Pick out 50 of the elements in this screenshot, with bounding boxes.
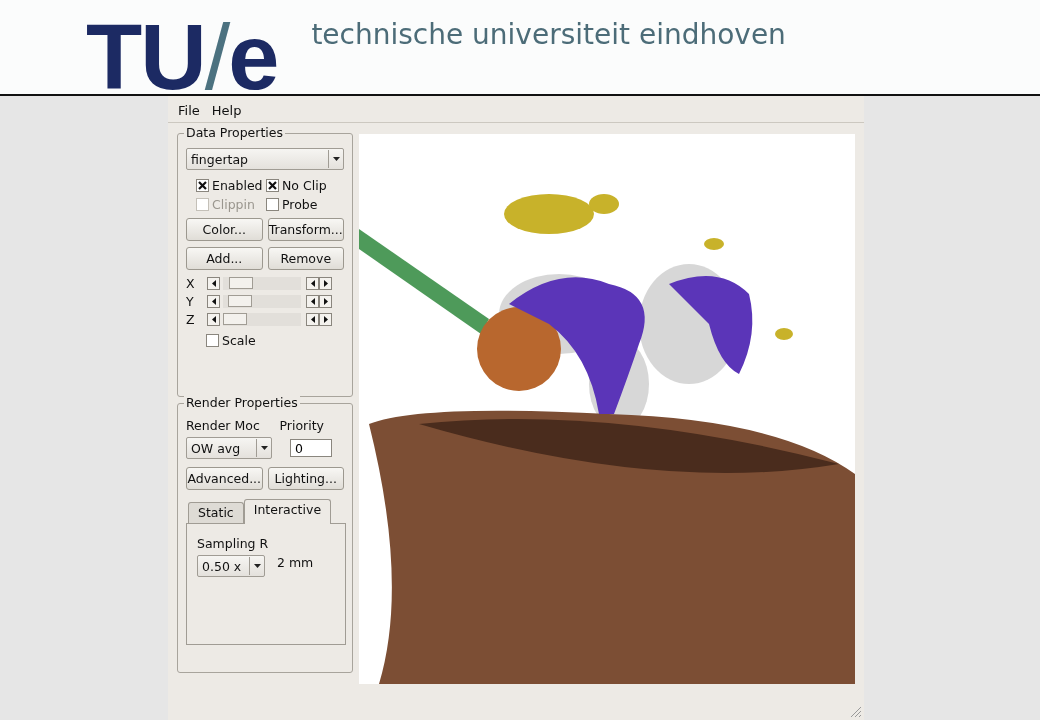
- button[interactable]: Color...: [186, 218, 263, 241]
- field-label: Render Moc: [186, 418, 260, 433]
- axis-label: Y: [186, 294, 195, 309]
- slider-thumb[interactable]: [229, 277, 254, 289]
- dropdown[interactable]: fingertap: [186, 148, 344, 170]
- tab[interactable]: Interactive: [243, 499, 332, 524]
- button[interactable]: Advanced...: [186, 467, 263, 490]
- slider-track[interactable]: [223, 295, 301, 308]
- checkbox[interactable]: Scale: [206, 333, 344, 348]
- axis-label: Z: [186, 312, 196, 327]
- field-label: Sampling R: [197, 536, 270, 551]
- resize-grip-icon: [850, 706, 862, 718]
- group-title: Data Properties: [184, 125, 285, 140]
- check-mark-icon: [198, 181, 207, 190]
- scroll-left-button[interactable]: [207, 295, 220, 308]
- scroll-right-button[interactable]: [319, 277, 332, 290]
- checkbox[interactable]: Probe: [266, 197, 342, 212]
- dropdown[interactable]: OW avg: [186, 437, 272, 459]
- field-label: Priority: [279, 418, 324, 433]
- scroll-left-button[interactable]: [306, 295, 319, 308]
- dropdown[interactable]: 0.50 x: [197, 555, 265, 577]
- priority-field[interactable]: 0: [290, 439, 332, 457]
- scroll-left-button[interactable]: [306, 313, 319, 326]
- slider-thumb[interactable]: [223, 313, 247, 325]
- button[interactable]: Remove: [267, 247, 344, 270]
- scroll-left-button[interactable]: [207, 313, 220, 326]
- caret-icon: [253, 564, 261, 568]
- button[interactable]: Lighting...: [267, 467, 344, 490]
- scroll-left-button[interactable]: [306, 277, 319, 290]
- slider-track[interactable]: [223, 277, 301, 290]
- logo: TU/e: [86, 14, 278, 100]
- tab[interactable]: Static: [188, 502, 244, 523]
- scroll-right-button[interactable]: [319, 313, 332, 326]
- scroll-right-button[interactable]: [319, 295, 332, 308]
- button[interactable]: Add...: [186, 247, 263, 270]
- group-title: Render Properties: [184, 395, 300, 410]
- checkbox[interactable]: No Clip: [266, 178, 342, 193]
- menu-item[interactable]: File: [174, 102, 204, 119]
- scroll-left-button[interactable]: [207, 277, 220, 290]
- menu-item[interactable]: Help: [207, 102, 246, 119]
- check-mark-icon: [268, 181, 277, 190]
- button[interactable]: Transform...: [267, 218, 344, 241]
- caret-icon: [332, 157, 340, 161]
- caret-icon: [260, 446, 268, 450]
- checkbox[interactable]: Enabled: [196, 178, 266, 193]
- slider-track[interactable]: [223, 313, 301, 326]
- value-label: 2 mm: [277, 555, 314, 570]
- axis-label: X: [186, 276, 196, 291]
- slider-thumb[interactable]: [228, 295, 253, 307]
- university-name: technische universiteit eindhoven: [311, 18, 786, 51]
